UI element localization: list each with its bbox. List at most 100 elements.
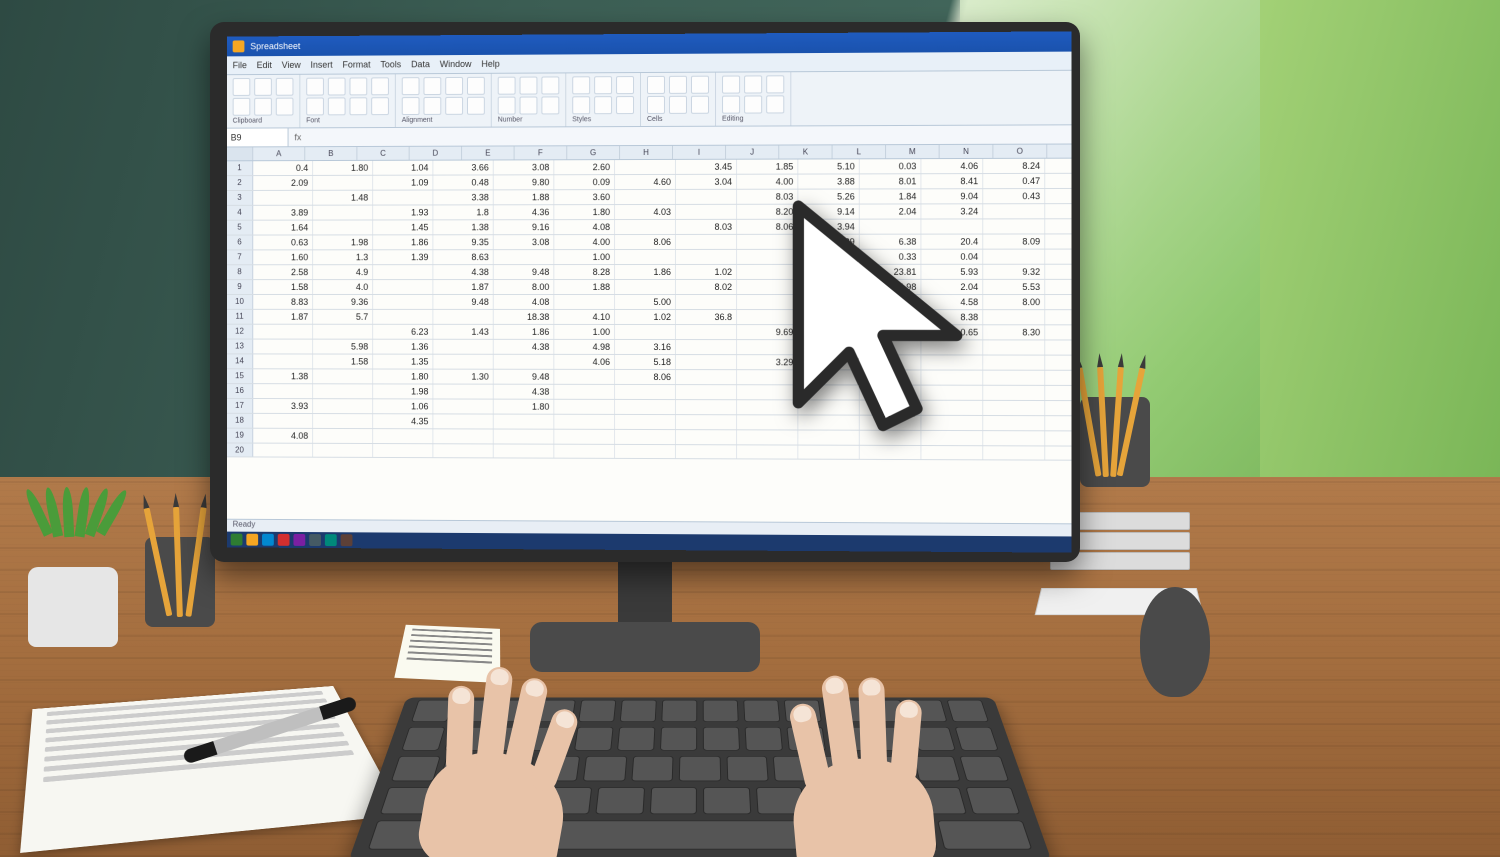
ribbon-button[interactable] <box>233 98 251 116</box>
ribbon-button[interactable] <box>233 78 251 96</box>
cell[interactable]: 1.38 <box>433 220 493 234</box>
menu-format[interactable]: Format <box>343 60 371 70</box>
cell[interactable]: 4.08 <box>554 220 615 234</box>
ribbon-button[interactable] <box>254 98 272 116</box>
menu-insert[interactable]: Insert <box>311 60 333 70</box>
cell[interactable]: 0.09 <box>554 175 615 189</box>
ribbon-button[interactable] <box>722 96 740 114</box>
cell[interactable]: 9.80 <box>494 175 555 189</box>
cell[interactable]: 1.3 <box>313 250 373 264</box>
cell[interactable]: 4.38 <box>433 265 493 279</box>
cell[interactable]: 1.06 <box>373 399 433 413</box>
column-header[interactable]: M <box>886 145 940 158</box>
cell[interactable] <box>494 430 555 444</box>
ribbon-button[interactable] <box>572 76 590 94</box>
ribbon-button[interactable] <box>572 96 590 114</box>
ribbon-button[interactable] <box>445 97 463 115</box>
cell[interactable] <box>615 445 676 458</box>
cell[interactable]: 4.38 <box>494 385 555 399</box>
cell[interactable] <box>373 310 433 324</box>
cell[interactable] <box>615 325 676 339</box>
ribbon-button[interactable] <box>402 77 420 95</box>
row-header[interactable]: 6 <box>227 236 253 250</box>
cell[interactable] <box>554 415 615 429</box>
cell[interactable]: 9.36 <box>313 295 373 309</box>
cell[interactable] <box>921 431 983 445</box>
cell[interactable] <box>554 400 615 414</box>
row-header[interactable]: 18 <box>227 414 253 428</box>
cell[interactable]: 3.60 <box>554 190 615 204</box>
ribbon-button[interactable] <box>744 75 762 93</box>
cell[interactable] <box>253 354 313 368</box>
cell[interactable] <box>313 369 373 383</box>
cell[interactable]: 8.41 <box>921 174 983 188</box>
cell[interactable]: 0.4 <box>253 161 313 175</box>
cell[interactable] <box>615 400 676 414</box>
cell[interactable]: 9.16 <box>494 220 555 234</box>
cell[interactable] <box>798 370 859 384</box>
cell[interactable]: 0.43 <box>983 189 1045 203</box>
cell[interactable]: 4.08 <box>494 295 555 309</box>
cell[interactable]: 0.65 <box>921 325 983 339</box>
cell[interactable]: 1.58 <box>253 280 313 294</box>
ribbon-button[interactable] <box>616 76 634 94</box>
cell[interactable] <box>737 310 798 324</box>
cell[interactable] <box>983 250 1045 264</box>
ribbon-button[interactable] <box>647 76 665 94</box>
cell[interactable] <box>1045 295 1071 309</box>
cell[interactable] <box>676 250 737 264</box>
row-header[interactable]: 16 <box>227 384 253 398</box>
ribbon-button[interactable] <box>445 77 463 95</box>
cell[interactable] <box>860 431 922 445</box>
cell[interactable]: 5.53 <box>983 280 1045 294</box>
cell[interactable]: 1.80 <box>494 400 555 414</box>
cell[interactable] <box>494 250 555 264</box>
row-header[interactable]: 9 <box>227 280 253 294</box>
cell[interactable]: 1.87 <box>253 310 313 324</box>
column-header[interactable]: A <box>253 147 305 160</box>
cell[interactable]: 0.69 <box>860 310 922 324</box>
cell[interactable]: 4.58 <box>921 295 983 309</box>
ribbon-button[interactable] <box>691 76 709 94</box>
cell[interactable] <box>860 401 922 415</box>
cell[interactable] <box>983 219 1045 233</box>
cell[interactable]: 0.29 <box>798 235 859 249</box>
cell[interactable]: 3.66 <box>433 160 493 174</box>
cell[interactable]: 2.58 <box>253 265 313 279</box>
cell[interactable] <box>494 355 555 369</box>
cell[interactable] <box>1045 265 1071 279</box>
cell[interactable]: 0.04 <box>921 250 983 264</box>
cell[interactable]: 4.0 <box>313 280 373 294</box>
formula-input[interactable] <box>307 134 1071 137</box>
ribbon-button[interactable] <box>744 95 762 113</box>
cell[interactable] <box>798 310 859 324</box>
cell[interactable]: 8.02 <box>676 280 737 294</box>
cell[interactable] <box>676 370 737 384</box>
cell[interactable]: 2.60 <box>554 160 615 174</box>
cell[interactable] <box>253 444 313 457</box>
cell[interactable] <box>373 429 433 443</box>
row-header[interactable]: 14 <box>227 354 253 368</box>
cell[interactable] <box>433 340 493 354</box>
cell[interactable] <box>676 400 737 414</box>
cell[interactable]: 5.18 <box>615 355 676 369</box>
cell[interactable] <box>737 340 798 354</box>
cell[interactable] <box>373 191 433 205</box>
ribbon-button[interactable] <box>328 78 346 96</box>
cell[interactable] <box>676 340 737 354</box>
cell[interactable] <box>676 205 737 219</box>
menu-file[interactable]: File <box>233 60 247 70</box>
cell[interactable]: 1.02 <box>676 265 737 279</box>
cell[interactable]: 1.85 <box>737 160 798 174</box>
cell[interactable] <box>554 295 615 309</box>
cell[interactable]: 1.58 <box>313 355 373 369</box>
cell[interactable]: 1.02 <box>615 310 676 324</box>
spreadsheet-grid[interactable]: ABCDEFGHIJKLMNOP 10.41.801.043.663.082.6… <box>227 145 1072 525</box>
ribbon-button[interactable] <box>306 78 324 96</box>
cell[interactable] <box>983 386 1045 400</box>
row-header[interactable]: 1 <box>227 161 253 175</box>
cell[interactable] <box>313 220 373 234</box>
cell[interactable]: 4.9 <box>313 265 373 279</box>
cell[interactable] <box>253 414 313 428</box>
cell[interactable] <box>373 280 433 294</box>
